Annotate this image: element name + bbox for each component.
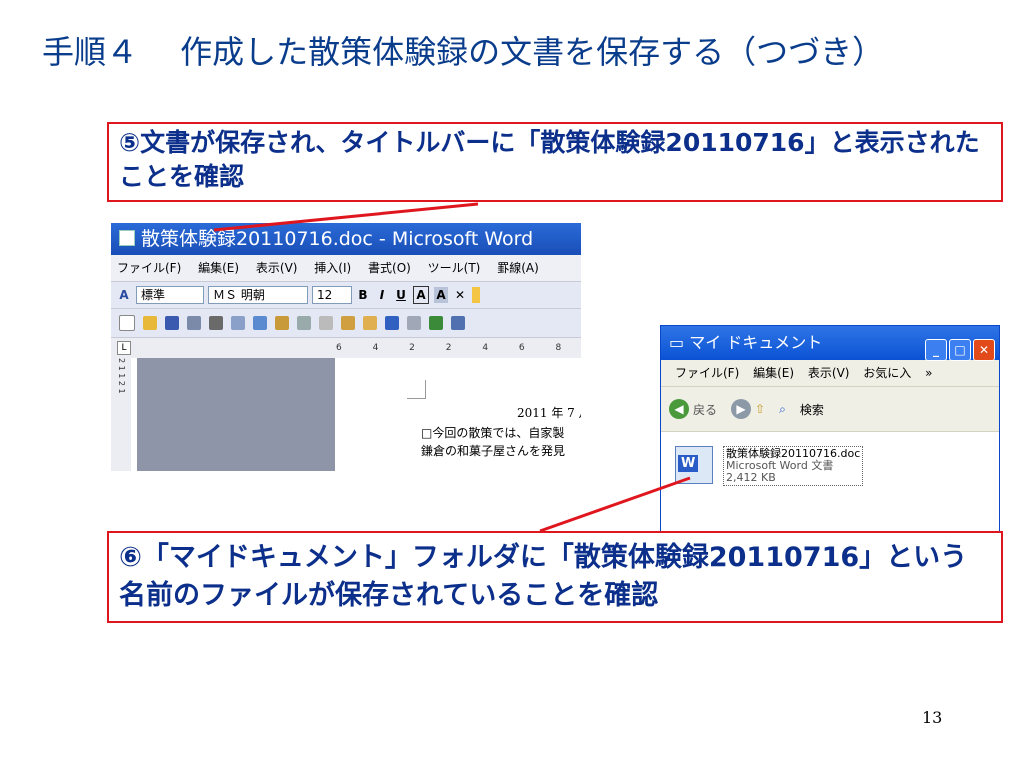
pointer-line-title	[213, 202, 479, 232]
page-number: 13	[922, 708, 943, 727]
pointer-lines	[213, 202, 691, 533]
pointer-line-file	[539, 476, 691, 533]
